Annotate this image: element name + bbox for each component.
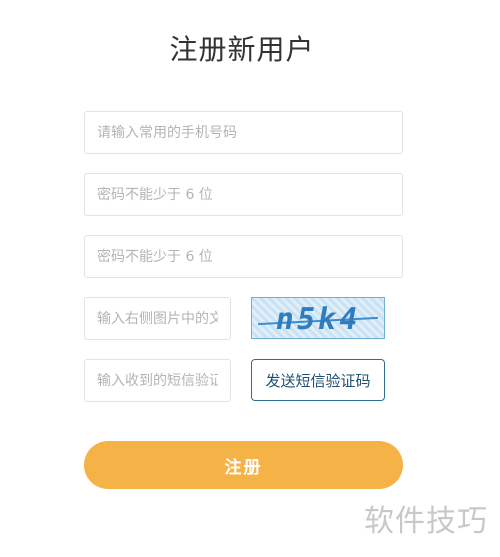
sms-code-input[interactable] xyxy=(84,359,231,402)
captcha-text: n5k4 xyxy=(272,302,364,337)
password-input[interactable] xyxy=(84,173,403,216)
send-sms-button[interactable]: 发送短信验证码 xyxy=(251,359,385,401)
captcha-input[interactable] xyxy=(84,297,231,340)
watermark: 软件技巧 xyxy=(352,498,500,550)
phone-input[interactable] xyxy=(84,111,403,154)
captcha-image[interactable]: n5k4 xyxy=(251,297,385,339)
page-title: 注册新用户 xyxy=(169,33,315,66)
register-button[interactable]: 注册 xyxy=(84,441,403,489)
confirm-password-input[interactable] xyxy=(84,235,403,278)
